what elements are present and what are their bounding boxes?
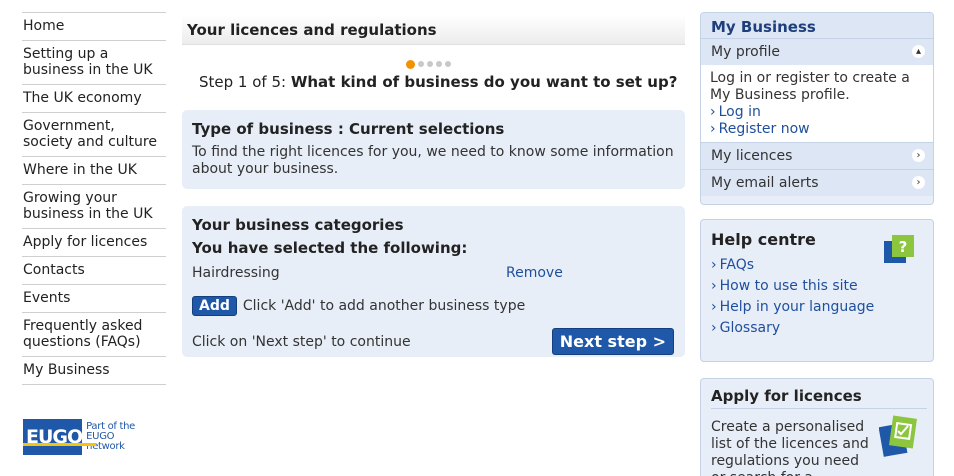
apply-licences-text: Create a personalised list of the licenc… bbox=[711, 419, 869, 476]
page-title: Your licences and regulations bbox=[182, 15, 685, 45]
current-selections-heading: Type of business : Current selections bbox=[192, 120, 505, 138]
current-selections-panel: Type of business : Current selections To… bbox=[182, 110, 685, 189]
left-navigation: Home Setting up a business in the UK The… bbox=[22, 12, 166, 385]
next-step-button[interactable]: Next step > bbox=[551, 328, 674, 355]
chevron-right-icon: › bbox=[710, 104, 716, 120]
apply-licences-title: Apply for licences bbox=[711, 387, 927, 409]
add-row: Add Click 'Add' to add another business … bbox=[192, 296, 675, 316]
help-centre-box: Help centre ? › FAQs › How to use this sit… bbox=[700, 219, 934, 362]
login-link[interactable]: › Log in bbox=[710, 104, 924, 121]
nav-item-government[interactable]: Government, society and culture bbox=[22, 112, 166, 156]
my-profile-body: Log in or register to create a My Busine… bbox=[701, 65, 933, 142]
help-question-icon: ? bbox=[884, 235, 914, 263]
nav-item-where-in-uk[interactable]: Where in the UK bbox=[22, 156, 166, 184]
progress-dot bbox=[445, 61, 451, 67]
nav-item-faqs[interactable]: Frequently asked questions (FAQs) bbox=[22, 312, 166, 356]
eugo-tagline: Part of the EUGO network bbox=[86, 421, 136, 452]
nav-item-events[interactable]: Events bbox=[22, 284, 166, 312]
selected-category-row: Hairdressing Remove bbox=[192, 265, 675, 282]
help-link-glossary[interactable]: › Glossary bbox=[711, 318, 923, 339]
progress-dot bbox=[436, 61, 442, 67]
chevron-right-icon: › bbox=[912, 176, 925, 189]
my-business-box: My Business My profile ▴ Log in or regis… bbox=[700, 12, 934, 205]
add-button[interactable]: Add bbox=[192, 296, 237, 316]
my-email-alerts-toggle[interactable]: My email alerts › bbox=[701, 169, 933, 196]
my-licences-label: My licences bbox=[711, 148, 793, 164]
progress-dot-current bbox=[406, 60, 415, 69]
current-selections-text: To find the right licences for you, we n… bbox=[192, 144, 674, 177]
my-profile-toggle[interactable]: My profile ▴ bbox=[701, 38, 933, 65]
step-prefix: Step 1 of 5: bbox=[199, 73, 291, 91]
nav-item-setting-up[interactable]: Setting up a business in the UK bbox=[22, 40, 166, 84]
step-question: What kind of business do you want to set… bbox=[290, 73, 678, 91]
eugo-logo[interactable]: EUGO Part of the EUGO network bbox=[23, 419, 151, 455]
nav-item-uk-economy[interactable]: The UK economy bbox=[22, 84, 166, 112]
nav-item-home[interactable]: Home bbox=[22, 12, 166, 40]
chevron-right-icon: › bbox=[711, 320, 717, 336]
add-hint: Click 'Add' to add another business type bbox=[242, 298, 526, 314]
my-profile-text: Log in or register to create a My Busine… bbox=[710, 70, 910, 103]
eugo-logo-mark: EUGO bbox=[23, 419, 96, 455]
chevron-up-icon: ▴ bbox=[912, 45, 925, 58]
remove-category-link[interactable]: Remove bbox=[506, 265, 563, 281]
next-hint: Click on 'Next step' to continue bbox=[192, 334, 411, 350]
help-link-how-to-use[interactable]: › How to use this site bbox=[711, 276, 923, 297]
selected-category-name: Hairdressing bbox=[192, 265, 280, 281]
categories-heading: Your business categories bbox=[192, 216, 404, 234]
chevron-right-icon: › bbox=[711, 278, 717, 294]
my-profile-label: My profile bbox=[711, 44, 781, 60]
progress-dot bbox=[427, 61, 433, 67]
progress-dot bbox=[418, 61, 424, 67]
chevron-right-icon: › bbox=[711, 299, 717, 315]
my-email-alerts-label: My email alerts bbox=[711, 175, 819, 191]
chevron-right-icon: › bbox=[710, 121, 716, 137]
categories-subheading: You have selected the following: bbox=[192, 239, 468, 257]
next-row: Click on 'Next step' to continue Next st… bbox=[192, 328, 675, 355]
register-link[interactable]: › Register now bbox=[710, 121, 924, 138]
chevron-right-icon: › bbox=[711, 257, 717, 273]
nav-item-growing[interactable]: Growing your business in the UK bbox=[22, 184, 166, 228]
nav-item-apply-licences[interactable]: Apply for licences bbox=[22, 228, 166, 256]
nav-item-my-business[interactable]: My Business bbox=[22, 356, 166, 385]
checklist-icon bbox=[879, 415, 917, 457]
chevron-right-icon: › bbox=[912, 149, 925, 162]
nav-item-contacts[interactable]: Contacts bbox=[22, 256, 166, 284]
my-licences-toggle[interactable]: My licences › bbox=[701, 142, 933, 169]
business-categories-panel: Your business categories You have select… bbox=[182, 206, 685, 357]
apply-licences-box: Apply for licences Create a personalised… bbox=[700, 378, 934, 476]
step-indicator: Step 1 of 5: What kind of business do yo… bbox=[199, 73, 677, 91]
my-business-title: My Business bbox=[701, 13, 933, 38]
help-link-language[interactable]: › Help in your language bbox=[711, 299, 923, 316]
step-progress-dots bbox=[406, 60, 451, 69]
help-links: › FAQs › How to use this site › Help in you… bbox=[711, 255, 923, 339]
svg-text:?: ? bbox=[899, 238, 908, 256]
